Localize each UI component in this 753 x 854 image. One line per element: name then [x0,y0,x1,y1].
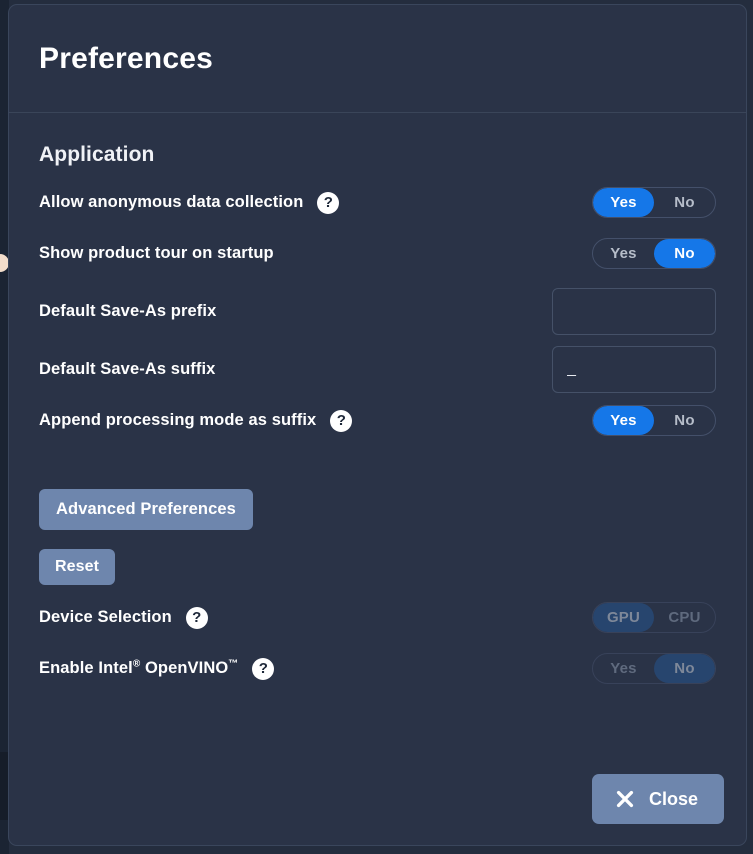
section-title-application: Application [39,143,155,166]
toggle-option-no[interactable]: No [654,406,715,435]
dialog-header: Preferences [9,5,746,113]
toggle-option-yes[interactable]: Yes [593,406,654,435]
setting-label-anonymous-data: Allow anonymous data collection [39,193,304,211]
toggle-openvino[interactable]: Yes No [592,653,716,684]
toggle-option-yes[interactable]: Yes [593,654,654,683]
openvino-label-pre: Enable Intel [39,659,133,677]
setting-label-device-selection: Device Selection [39,608,172,626]
save-as-prefix-input[interactable] [552,287,716,335]
toggle-option-no[interactable]: No [654,239,715,268]
setting-label-save-as-suffix: Default Save-As suffix [39,359,216,378]
preferences-dialog: Preferences Application Allow anonymous … [8,4,747,846]
save-as-suffix-input[interactable] [552,345,716,393]
setting-label-openvino: Enable Intel® OpenVINO™ [39,659,238,678]
trademark-mark-icon: ™ [228,658,239,670]
setting-row-save-as-suffix: Default Save-As suffix [39,344,716,394]
advanced-preferences-button[interactable]: Advanced Preferences [39,489,253,530]
openvino-label-mid: OpenVINO [140,659,229,677]
question-mark-icon[interactable]: ? [185,606,208,629]
close-button-label: Close [648,788,698,809]
page-title: Preferences [39,41,213,75]
setting-row-device-selection: Device Selection ? GPU CPU [39,599,716,636]
setting-row-product-tour: Show product tour on startup Yes No [39,235,716,272]
toggle-device-selection[interactable]: GPU CPU [592,602,716,633]
toggle-option-no[interactable]: No [654,188,715,217]
reset-button[interactable]: Reset [39,549,116,585]
setting-row-anonymous-data: Allow anonymous data collection ? Yes No [39,184,716,221]
setting-label-product-tour: Show product tour on startup [39,244,274,262]
toggle-option-no[interactable]: No [654,654,715,683]
setting-row-save-as-prefix: Default Save-As prefix [39,286,716,336]
question-mark-icon[interactable]: ? [330,409,353,432]
toggle-anonymous-data[interactable]: Yes No [592,187,716,218]
toggle-option-gpu[interactable]: GPU [593,603,654,632]
setting-row-openvino: Enable Intel® OpenVINO™ ? Yes No [39,650,716,687]
setting-label-append-mode-suffix: Append processing mode as suffix [39,411,317,429]
question-mark-icon[interactable]: ? [252,657,275,680]
setting-row-append-mode-suffix: Append processing mode as suffix ? Yes N… [39,402,716,439]
toggle-option-yes[interactable]: Yes [593,239,654,268]
close-button[interactable]: Close [591,774,724,824]
toggle-option-yes[interactable]: Yes [593,188,654,217]
toggle-option-cpu[interactable]: CPU [654,603,715,632]
toggle-append-mode-suffix[interactable]: Yes No [592,405,716,436]
dialog-body: Application Allow anonymous data collect… [9,113,746,845]
question-mark-icon[interactable]: ? [317,191,340,214]
setting-label-save-as-prefix: Default Save-As prefix [39,301,217,320]
toggle-product-tour[interactable]: Yes No [592,238,716,269]
close-x-icon [616,790,634,808]
